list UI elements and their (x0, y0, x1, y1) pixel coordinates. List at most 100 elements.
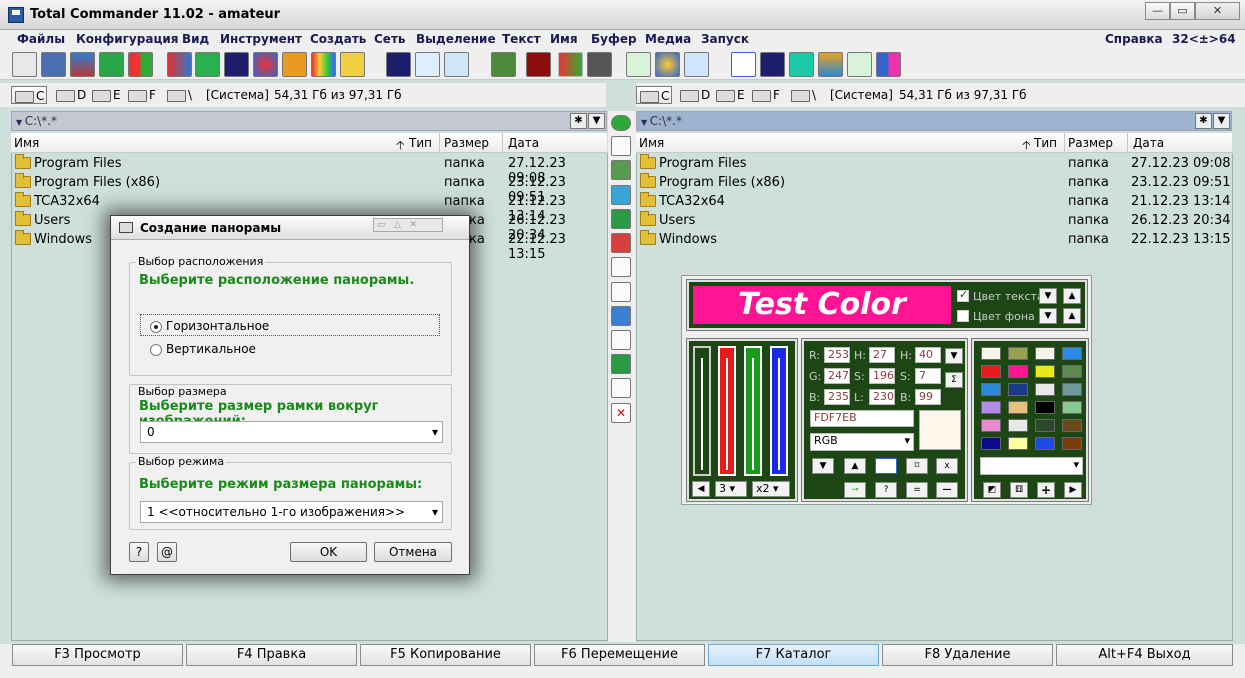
swatch[interactable] (1008, 401, 1028, 414)
dialog-window-controls[interactable]: ▭ △ ✕ (373, 218, 443, 232)
size-mode-select[interactable]: 1 <<относительно 1-го изображения>> (140, 501, 443, 523)
menu-view[interactable]: Вид (182, 32, 209, 46)
b-value[interactable]: 235 (824, 389, 850, 405)
swatch[interactable] (981, 347, 1001, 360)
zoom-select[interactable]: x2 ▾ (752, 481, 790, 497)
audio-icon[interactable] (876, 52, 901, 77)
at-button[interactable]: @ (157, 542, 177, 562)
bg-color-checkbox[interactable] (957, 310, 969, 322)
file-row[interactable]: Program Files (x86) папка 23.12.23 09:51 (12, 173, 607, 205)
altf4-exit-button[interactable]: Alt+F4 Выход (1056, 644, 1233, 666)
frame-button[interactable] (875, 458, 897, 474)
cancel-button[interactable]: Отмена (374, 542, 452, 562)
menu-network[interactable]: Сеть (374, 32, 406, 46)
f5-copy-button[interactable]: F5 Копирование (360, 644, 531, 666)
minimize-button[interactable]: — (1145, 2, 1170, 20)
indicator-icon[interactable] (611, 115, 631, 131)
swatch[interactable] (1008, 365, 1028, 378)
palette-icon[interactable] (311, 52, 336, 77)
play-button[interactable]: ▶ (1064, 482, 1082, 498)
up-button[interactable]: ▲ (844, 458, 866, 474)
col-type[interactable]: Тип (409, 136, 432, 150)
right-path-bar[interactable]: C:\*.* ✱ ▼ (636, 111, 1232, 131)
swatch[interactable] (1035, 401, 1055, 414)
cut-icon[interactable] (847, 52, 872, 77)
f4-edit-button[interactable]: F4 Правка (186, 644, 357, 666)
menu-files[interactable]: Файлы (17, 32, 65, 46)
dice-button[interactable]: ⚅ (1010, 482, 1028, 498)
file-row[interactable]: Program Files (x86) папка 23.12.23 09:51 (637, 173, 1232, 192)
file-row[interactable]: Program Files папка 27.12.23 09:08 (637, 154, 1232, 173)
hsv-h-value[interactable]: 40 (915, 347, 941, 363)
menu-launch[interactable]: Запуск (701, 32, 749, 46)
h-value[interactable]: 27 (869, 347, 895, 363)
close-x-button[interactable]: x (936, 458, 958, 474)
globe-icon[interactable] (655, 52, 680, 77)
palette-select[interactable]: ▾ (980, 457, 1083, 475)
border-size-select[interactable]: 0 (140, 421, 443, 443)
maximize-button[interactable]: ▭ (1170, 2, 1195, 20)
plus-button[interactable]: + (1037, 482, 1055, 498)
chart-icon[interactable] (253, 52, 278, 77)
phone-icon[interactable] (587, 52, 612, 77)
drive-f-button[interactable]: F (749, 86, 780, 104)
drive-d-button[interactable]: D (53, 86, 86, 104)
grid-icon[interactable] (611, 306, 631, 326)
download-icon[interactable] (611, 378, 631, 398)
menu-name[interactable]: Имя (550, 32, 578, 46)
mode-down-button[interactable]: ▼ (945, 348, 963, 364)
swatch[interactable] (981, 437, 1001, 450)
s-value[interactable]: 196 (869, 368, 895, 384)
swatch[interactable] (1008, 419, 1028, 432)
g-value[interactable]: 247 (824, 368, 850, 384)
red-slider[interactable] (718, 346, 736, 476)
screen-icon[interactable] (491, 52, 516, 77)
green-slider[interactable] (744, 346, 762, 476)
f7-mkdir-button[interactable]: F7 Каталог (708, 644, 879, 666)
compare-icon[interactable] (167, 52, 192, 77)
text-color-checkbox[interactable]: ✓ (957, 288, 969, 302)
f3-view-button[interactable]: F3 Просмотр (12, 644, 183, 666)
drive-f-button[interactable]: F (125, 86, 156, 104)
file-row[interactable]: Usersпапка26.12.23 20:34 (637, 211, 1232, 230)
image-icon[interactable] (818, 52, 843, 77)
menu-buffer[interactable]: Буфер (591, 32, 637, 46)
bg-color-down-button[interactable]: ▼ (1039, 308, 1057, 324)
favorites-button[interactable]: ✱ (570, 113, 587, 129)
swatch[interactable] (1062, 419, 1082, 432)
drive-d-button[interactable]: D (677, 86, 710, 104)
r-value[interactable]: 253 (824, 347, 850, 363)
monitor-icon[interactable] (70, 52, 95, 77)
sum-button[interactable]: Σ (945, 372, 963, 388)
contrast-button[interactable]: ◩ (983, 482, 1001, 498)
swatch[interactable] (1062, 401, 1082, 414)
alpha-slider[interactable] (693, 346, 711, 476)
menu-create[interactable]: Создать (310, 32, 366, 46)
drive-network-button[interactable]: \ (788, 86, 816, 104)
swatch[interactable] (1062, 437, 1082, 450)
pipette-button[interactable]: ⊸ (844, 482, 866, 498)
favorites-button[interactable]: ✱ (1195, 113, 1212, 129)
text-icon[interactable] (444, 52, 469, 77)
menu-config[interactable]: Конфигурация (76, 32, 178, 46)
menu-media[interactable]: Медиа (645, 32, 691, 46)
hex-input[interactable]: FDF7EB (810, 410, 914, 427)
f8-delete-button[interactable]: F8 Удаление (882, 644, 1053, 666)
file-row[interactable]: Program Files папка 27.12.23 09:08 (12, 154, 607, 186)
umbrella-icon[interactable] (558, 52, 583, 77)
close-icon[interactable]: ✕ (611, 403, 631, 423)
step-select[interactable]: 3 ▾ (715, 481, 747, 497)
sync-icon[interactable] (195, 52, 220, 77)
printer-icon[interactable] (12, 52, 37, 77)
col-size[interactable]: Размер (444, 136, 489, 150)
help-button[interactable]: ? (875, 482, 897, 498)
swatch[interactable] (1035, 383, 1055, 396)
history-button[interactable]: ▼ (1213, 113, 1230, 129)
menu-bitness[interactable]: 32<±>64 (1172, 32, 1236, 46)
film-icon[interactable] (224, 52, 249, 77)
swatch[interactable] (981, 401, 1001, 414)
col-name[interactable]: Имя (14, 136, 39, 150)
swatch[interactable] (1062, 383, 1082, 396)
swatch[interactable] (1035, 365, 1055, 378)
ok-button[interactable]: OK (290, 542, 367, 562)
